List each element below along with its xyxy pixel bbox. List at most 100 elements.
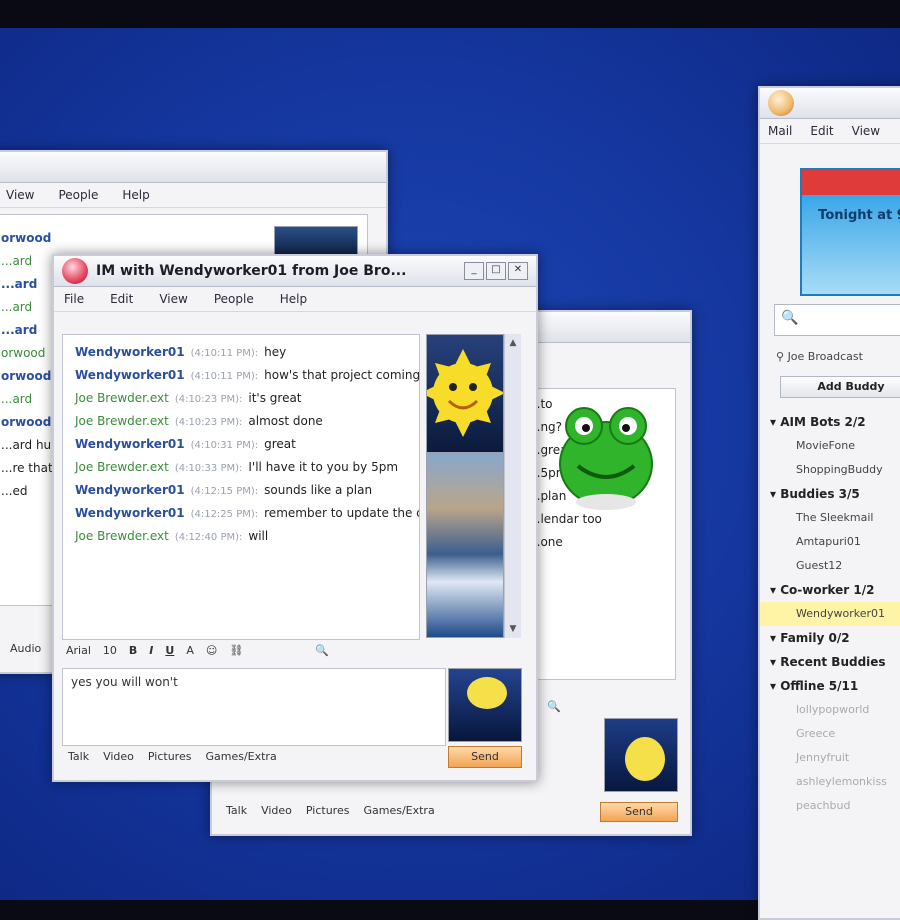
minimize-icon[interactable]: _ <box>464 262 484 280</box>
buddy-group-label: Family 0/2 <box>780 631 850 645</box>
buddy-list-item[interactable]: Greece <box>760 722 900 746</box>
bold-button[interactable]: B <box>129 644 137 657</box>
buddy-list-item[interactable]: The Sleekmail <box>760 506 900 530</box>
message-text: almost done <box>248 414 323 428</box>
underline-button[interactable]: U <box>165 644 174 657</box>
message-sender: Joe Brewder.ext <box>75 414 169 428</box>
buddy-list-titlebar[interactable] <box>760 88 900 119</box>
scroll-down-icon[interactable]: ▼ <box>505 622 521 636</box>
buddy-list-item[interactable]: ShoppingBuddy <box>760 458 900 482</box>
menu-people[interactable]: People <box>58 188 98 202</box>
chat-scrollbar[interactable]: ▲ ▼ <box>504 334 521 638</box>
frog-avatar <box>548 392 664 512</box>
search-icon[interactable]: 🔍 <box>315 644 329 657</box>
buddy-tree: ▾ AIM Bots 2/2 MovieFone ShoppingBuddy ▾ Bu… <box>760 410 900 818</box>
buddy-group[interactable]: ▾ Co-worker 1/2 <box>760 578 900 602</box>
message-text: great <box>264 437 296 451</box>
font-color-icon[interactable]: A <box>186 644 194 657</box>
ad-banner[interactable]: Tonight at 9 <box>800 168 900 296</box>
menu-mail[interactable]: Mail <box>768 124 792 138</box>
menu-help[interactable]: Help <box>122 188 149 202</box>
add-buddy-button[interactable]: Add Buddy <box>780 376 900 398</box>
message-sender: Wendyworker01 <box>75 506 185 520</box>
expand-arrow-icon[interactable]: ▾ <box>770 487 780 501</box>
chat-log: Wendyworker01 (4:10:11 PM): hey Wendyworker… <box>62 334 420 640</box>
send-button[interactable]: Send <box>448 746 522 768</box>
chat-message: Joe Brewder.ext (4:10:23 PM): almost done <box>63 410 419 433</box>
window-title: IM with Wendyworker01 from Joe Bro... <box>96 263 407 279</box>
menu-people[interactable]: People <box>214 292 254 306</box>
middle-send-button[interactable]: Send <box>600 802 678 822</box>
menu-help[interactable]: Help <box>280 292 307 306</box>
buddy-list-item[interactable]: peachbud <box>760 794 900 818</box>
message-sender: ...ard <box>1 254 33 268</box>
back-window-menubar: View People Help <box>0 183 386 208</box>
menu-edit[interactable]: Edit <box>810 124 833 138</box>
buddy-group[interactable]: ▾ Family 0/2 <box>760 626 900 650</box>
tab-talk[interactable]: Talk <box>68 750 89 763</box>
buddy-list-item[interactable]: Wendyworker01 <box>760 602 900 626</box>
expand-arrow-icon[interactable]: ▾ <box>770 655 780 669</box>
im-window-titlebar[interactable]: IM with Wendyworker01 from Joe Bro... _ … <box>54 256 536 287</box>
buddy-avatar-sun <box>426 334 504 454</box>
link-icon[interactable]: ⛓ <box>229 644 243 657</box>
yahoo-messenger-icon <box>62 258 88 284</box>
expand-arrow-icon[interactable]: ▾ <box>770 631 780 645</box>
message-sender: Wendyworker01 <box>75 437 185 451</box>
font-select[interactable]: Arial <box>66 644 91 657</box>
tab-games[interactable]: Games/Extra <box>205 750 276 763</box>
middle-bottom-tabs: Talk Video Pictures Games/Extra <box>226 804 435 817</box>
menu-view[interactable]: View <box>852 124 880 138</box>
emoticon-icon[interactable]: ☺ <box>206 644 217 657</box>
buddy-list-item[interactable]: MovieFone <box>760 434 900 458</box>
message-sender: ...ard <box>1 277 38 291</box>
close-icon[interactable]: ✕ <box>508 262 528 280</box>
menu-edit[interactable]: Edit <box>110 292 133 306</box>
expand-arrow-icon[interactable]: ▾ <box>770 415 780 429</box>
buddy-list-item[interactable]: ashleylemonkiss <box>760 770 900 794</box>
status-line[interactable]: ⚲ Joe Broadcast <box>776 350 863 363</box>
chat-message: Wendyworker01 (4:12:25 PM): remember to up… <box>63 502 419 525</box>
buddy-search-field[interactable]: 🔍 <box>774 304 900 336</box>
middle-tab-video[interactable]: Video <box>261 804 292 817</box>
expand-arrow-icon[interactable]: ▾ <box>770 679 780 693</box>
back-window-titlebar[interactable] <box>0 152 386 183</box>
message-sender: Wendyworker01 <box>75 345 185 359</box>
middle-tab-pictures[interactable]: Pictures <box>306 804 350 817</box>
message-text: it's great <box>248 391 302 405</box>
menu-file[interactable]: File <box>64 292 84 306</box>
middle-search-icon[interactable]: 🔍 <box>547 700 561 713</box>
maximize-icon[interactable]: □ <box>486 262 506 280</box>
buddy-group[interactable]: ▾ AIM Bots 2/2 <box>760 410 900 434</box>
chat-message: Joe Brewder.ext (4:10:23 PM): it's great <box>63 387 419 410</box>
menu-view[interactable]: View <box>6 188 34 202</box>
buddy-list-item[interactable]: Amtapuri01 <box>760 530 900 554</box>
message-input[interactable]: yes you will won't <box>62 668 446 746</box>
tab-pictures[interactable]: Pictures <box>148 750 192 763</box>
italic-button[interactable]: I <box>149 644 153 657</box>
chat-message: Wendyworker01 (4:10:11 PM): how's that pro… <box>63 364 419 387</box>
expand-arrow-icon[interactable]: ▾ <box>770 583 780 597</box>
buddy-group[interactable]: ▾ Buddies 3/5 <box>760 482 900 506</box>
middle-tab-talk[interactable]: Talk <box>226 804 247 817</box>
middle-own-avatar <box>604 718 678 792</box>
chat-message: Joe Brewder.ext (4:10:33 PM): I'll have it… <box>63 456 419 479</box>
size-select[interactable]: 10 <box>103 644 117 657</box>
tab-video[interactable]: Video <box>103 750 134 763</box>
scroll-up-icon[interactable]: ▲ <box>505 336 521 350</box>
search-icon: 🔍 <box>781 310 799 326</box>
message-timestamp: (4:10:23 PM): <box>174 417 243 428</box>
middle-tab-games[interactable]: Games/Extra <box>363 804 434 817</box>
menu-view[interactable]: View <box>159 292 187 306</box>
buddy-group[interactable]: ▾ Offline 5/11 <box>760 674 900 698</box>
buddy-list-window[interactable]: Mail Edit View Tonight at 9 🔍 ⚲ Joe Broa… <box>758 86 900 920</box>
message-sender: ...ard <box>1 300 33 314</box>
buddy-list-item[interactable]: Jennyfruit <box>760 746 900 770</box>
message-text: how's that project coming? <box>264 368 420 382</box>
buddy-group[interactable]: ▾ Recent Buddies <box>760 650 900 674</box>
tab-audio[interactable]: Audio <box>10 642 41 655</box>
im-window[interactable]: IM with Wendyworker01 from Joe Bro... _ … <box>52 254 538 782</box>
buddy-list-item[interactable]: Guest12 <box>760 554 900 578</box>
buddy-list-item[interactable]: lollypopworld <box>760 698 900 722</box>
bottom-tabs: Talk Video Pictures Games/Extra <box>68 750 277 763</box>
